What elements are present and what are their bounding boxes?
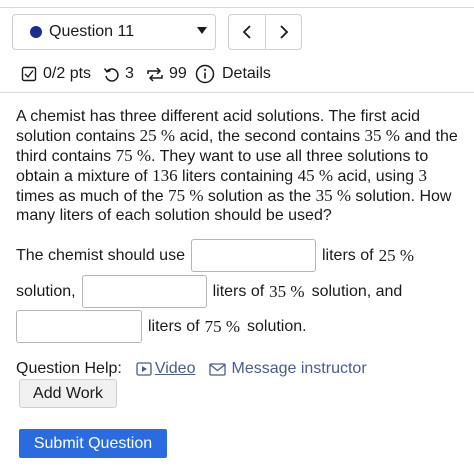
retry-icon	[103, 67, 119, 82]
question-text-part: acid, the second contains	[175, 128, 365, 145]
message-instructor-link[interactable]: Message instructor	[209, 360, 367, 378]
question-selector[interactable]: Question 11	[12, 14, 216, 50]
envelope-icon	[209, 362, 227, 376]
question-text-part: liters containing	[177, 168, 298, 185]
submit-question-button[interactable]: Submit Question	[19, 429, 167, 458]
retries-count: 3	[125, 65, 134, 82]
next-question-button[interactable]	[266, 15, 302, 49]
attempts-count: 99	[169, 65, 187, 82]
question-text: A chemist has three different acid solut…	[16, 107, 464, 225]
info-icon	[195, 64, 215, 84]
question-text-part: solution as the	[203, 188, 316, 205]
question-help: Question Help: Video Message instructor	[16, 359, 367, 379]
answer-input-25-percent[interactable]	[190, 239, 316, 272]
math-value: 35 %	[364, 126, 400, 145]
top-divider	[0, 0, 474, 8]
caret-down-icon	[197, 27, 207, 34]
add-work-button[interactable]: Add Work	[19, 379, 117, 408]
answer-line-2: solution, liters of 35 % solution, and	[16, 275, 402, 308]
status-dot-icon	[30, 26, 42, 38]
math-value: 45 %	[297, 166, 334, 185]
details-label: Details	[222, 65, 271, 82]
answer-unit-text: liters of	[212, 282, 265, 300]
message-instructor-label: Message instructor	[231, 360, 367, 377]
math-value: 75 %	[168, 186, 204, 205]
math-value: 3	[418, 166, 427, 185]
math-value: 136	[152, 166, 178, 185]
answer-lead-text: The chemist should use	[16, 246, 185, 264]
math-value: 35 %	[315, 186, 351, 205]
answer-unit-text: liters of	[148, 317, 200, 335]
repeat-icon	[147, 66, 163, 82]
answer-line-1: The chemist should use liters of 25 %	[16, 239, 414, 272]
answer-text: solution,	[16, 282, 76, 300]
question-help-label: Question Help:	[16, 360, 122, 377]
checkbox-icon	[21, 66, 37, 82]
chevron-left-icon	[242, 25, 251, 39]
math-value: 25 %	[139, 126, 176, 145]
question-text-part: acid, using	[333, 168, 419, 185]
answer-input-75-percent[interactable]	[16, 310, 142, 343]
question-text-part: times as much of the	[16, 188, 169, 205]
answer-text: solution, and	[311, 282, 403, 300]
question-nav	[228, 14, 302, 50]
video-link[interactable]: Video	[136, 360, 196, 378]
math-value: 75 %	[115, 146, 152, 165]
details-toggle[interactable]: Details	[195, 64, 271, 84]
chevron-right-icon	[280, 25, 289, 39]
math-value: 75 %	[204, 316, 240, 336]
answer-unit-text: liters of	[321, 246, 374, 264]
points-text: 0/2 pts	[43, 65, 92, 82]
math-value: 25 %	[378, 245, 414, 265]
video-icon	[136, 362, 152, 376]
math-value: 35 %	[269, 281, 305, 301]
answer-line-3: liters of 75 % solution.	[16, 310, 307, 343]
previous-question-button[interactable]	[229, 15, 265, 49]
retries-status: 3	[103, 64, 134, 84]
question-selector-label: Question 11	[49, 23, 135, 40]
section-divider	[0, 92, 474, 93]
answer-input-35-percent[interactable]	[81, 275, 207, 308]
video-link-label: Video	[154, 360, 196, 377]
attempts-status: 99	[145, 64, 187, 84]
points-status: 0/2 pts	[21, 64, 91, 84]
answer-text: solution.	[247, 317, 307, 335]
